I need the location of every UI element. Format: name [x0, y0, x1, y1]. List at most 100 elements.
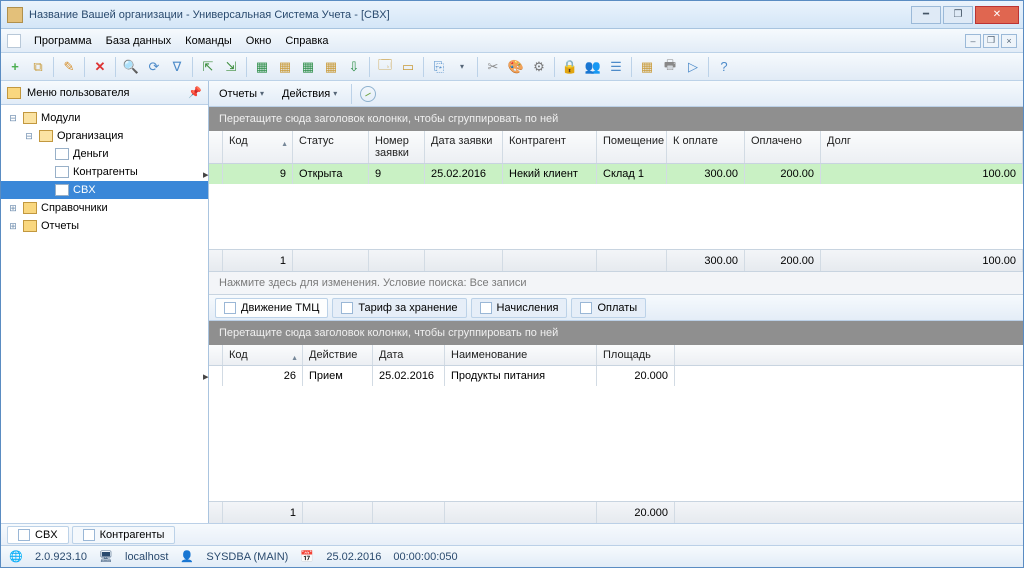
col-date[interactable]: Дата заявки	[425, 131, 503, 163]
menu-window[interactable]: Окно	[239, 32, 279, 50]
refresh-icon[interactable]: ⟳	[144, 57, 164, 77]
col-code[interactable]: Код	[223, 131, 293, 163]
copy-icon[interactable]: ⧉	[28, 57, 48, 77]
export-excel-icon[interactable]: ▦	[252, 57, 272, 77]
expand-icon[interactable]: ⊟	[7, 113, 19, 124]
col-num[interactable]: Номер заявки	[369, 131, 425, 163]
minimize-button[interactable]: ━	[911, 6, 941, 24]
tree-node[interactable]: ⊟ Организация	[1, 127, 208, 145]
menu-help[interactable]: Справка	[278, 32, 335, 50]
print-icon[interactable]: 🖶	[660, 57, 680, 77]
play-icon[interactable]: ▷	[683, 57, 703, 77]
menu-database[interactable]: База данных	[99, 32, 179, 50]
col-room[interactable]: Помещение	[597, 131, 667, 163]
col2-action[interactable]: Действие	[303, 345, 373, 365]
wtab-cbx[interactable]: CBX	[7, 526, 69, 544]
folder-icon	[7, 87, 21, 99]
pin-icon[interactable]: 📌	[188, 86, 202, 99]
tab-icon	[224, 302, 236, 314]
export2-icon[interactable]: ▦	[275, 57, 295, 77]
status-user: SYSDBA (MAIN)	[206, 551, 288, 563]
reports-button[interactable]: Отчеты▾	[213, 85, 270, 103]
calendar-icon[interactable]: ▦	[637, 57, 657, 77]
col-status[interactable]: Статус	[293, 131, 369, 163]
col2-area[interactable]: Площадь	[597, 345, 675, 365]
palette-icon[interactable]: 🎨	[506, 57, 526, 77]
gear-icon[interactable]: ⚙	[529, 57, 549, 77]
folder-icon	[39, 130, 53, 142]
app-icon	[7, 7, 23, 23]
clock-icon[interactable]	[360, 86, 376, 102]
tab-tariff[interactable]: Тариф за хранение	[332, 298, 466, 318]
actions-button[interactable]: Действия▾	[276, 85, 343, 103]
group-hint-bottom[interactable]: Перетащите сюда заголовок колонки, чтобы…	[209, 321, 1023, 345]
col-contr[interactable]: Контрагент	[503, 131, 597, 163]
mdi-minimize-button[interactable]: –	[965, 34, 981, 48]
globe-icon: 🌐	[9, 550, 23, 564]
group-hint-top[interactable]: Перетащите сюда заголовок колонки, чтобы…	[209, 107, 1023, 131]
mdi-close-button[interactable]: ×	[1001, 34, 1017, 48]
document-icon	[55, 184, 69, 196]
tree-node[interactable]: CBX	[1, 181, 208, 199]
tree-collapse-icon[interactable]: ⇲	[221, 57, 241, 77]
tab-payments[interactable]: Оплаты	[571, 298, 646, 318]
col2-name[interactable]: Наименование	[445, 345, 597, 365]
window-tabs: CBX Контрагенты	[1, 523, 1023, 545]
menu-commands[interactable]: Команды	[178, 32, 239, 50]
tab-icon	[480, 302, 492, 314]
tab-icon	[580, 302, 592, 314]
tree-node[interactable]: ⊞Справочники	[1, 199, 208, 217]
tree-node[interactable]: ⊟Модули	[1, 109, 208, 127]
tab-movement[interactable]: Движение ТМЦ	[215, 298, 328, 318]
tools-icon[interactable]: ✂	[483, 57, 503, 77]
grid1-row[interactable]: ▸ 9 Открыта 9 25.02.2016 Некий клиент Ск…	[209, 164, 1023, 184]
col-pay[interactable]: К оплате	[667, 131, 745, 163]
calendar-icon: 📅	[300, 550, 314, 564]
tree-node[interactable]: Контрагенты	[1, 163, 208, 181]
expand-icon[interactable]: ⊟	[23, 131, 35, 142]
lock-icon[interactable]: 🔒	[560, 57, 580, 77]
expand-icon[interactable]: ⊞	[7, 203, 19, 214]
main-toolbar: + ⧉ ✎ ✕ 🔍 ⟳ ∇ ⇱ ⇲ ▦ ▦ ▦ ▦ ⇩ 🗔 ▭ ⎘ ▾ ✂ 🎨 …	[1, 53, 1023, 81]
menu-program[interactable]: Программа	[27, 32, 99, 50]
tree-expand-icon[interactable]: ⇱	[198, 57, 218, 77]
maximize-button[interactable]: ❐	[943, 6, 973, 24]
plugin-dd-icon[interactable]: ▾	[452, 57, 472, 77]
sidebar-title: Меню пользователя	[27, 87, 129, 99]
add-icon[interactable]: +	[5, 57, 25, 77]
expand-icon[interactable]: ⊞	[7, 221, 19, 232]
list-icon[interactable]: ☰	[606, 57, 626, 77]
users-icon[interactable]: 👥	[583, 57, 603, 77]
help-icon[interactable]: ?	[714, 57, 734, 77]
window-icon[interactable]: 🗔	[375, 57, 395, 77]
col2-code[interactable]: Код	[223, 345, 303, 365]
close-button[interactable]: ✕	[975, 6, 1019, 24]
search-icon[interactable]: 🔍	[121, 57, 141, 77]
tab-charges[interactable]: Начисления	[471, 298, 568, 318]
tree-node[interactable]: ⊞Отчеты	[1, 217, 208, 235]
col2-date[interactable]: Дата	[373, 345, 445, 365]
import-icon[interactable]: ⇩	[344, 57, 364, 77]
mdi-restore-button[interactable]: ❐	[983, 34, 999, 48]
filter-icon[interactable]: ∇	[167, 57, 187, 77]
tab-icon	[83, 529, 95, 541]
export4-icon[interactable]: ▦	[321, 57, 341, 77]
grid2-row[interactable]: ▸ 26 Прием 25.02.2016 Продукты питания 2…	[209, 366, 1023, 386]
export3-icon[interactable]: ▦	[298, 57, 318, 77]
layout-icon[interactable]: ▭	[398, 57, 418, 77]
tree-label: Контрагенты	[73, 166, 138, 178]
wtab-contr[interactable]: Контрагенты	[72, 526, 176, 544]
tree-label: Организация	[57, 130, 123, 142]
tree-label: CBX	[73, 184, 96, 196]
col-debt[interactable]: Долг	[821, 131, 1023, 163]
edit-icon[interactable]: ✎	[59, 57, 79, 77]
user-icon: 👤	[180, 550, 194, 564]
delete-icon[interactable]: ✕	[90, 57, 110, 77]
folder-icon	[23, 112, 37, 124]
grid1-footer: 1 300.00 200.00 100.00	[209, 249, 1023, 271]
folder-icon	[23, 202, 37, 214]
tree-node[interactable]: Деньги	[1, 145, 208, 163]
plugin-icon[interactable]: ⎘	[429, 57, 449, 77]
search-condition[interactable]: Нажмите здесь для изменения. Условие пои…	[209, 271, 1023, 295]
col-paid[interactable]: Оплачено	[745, 131, 821, 163]
